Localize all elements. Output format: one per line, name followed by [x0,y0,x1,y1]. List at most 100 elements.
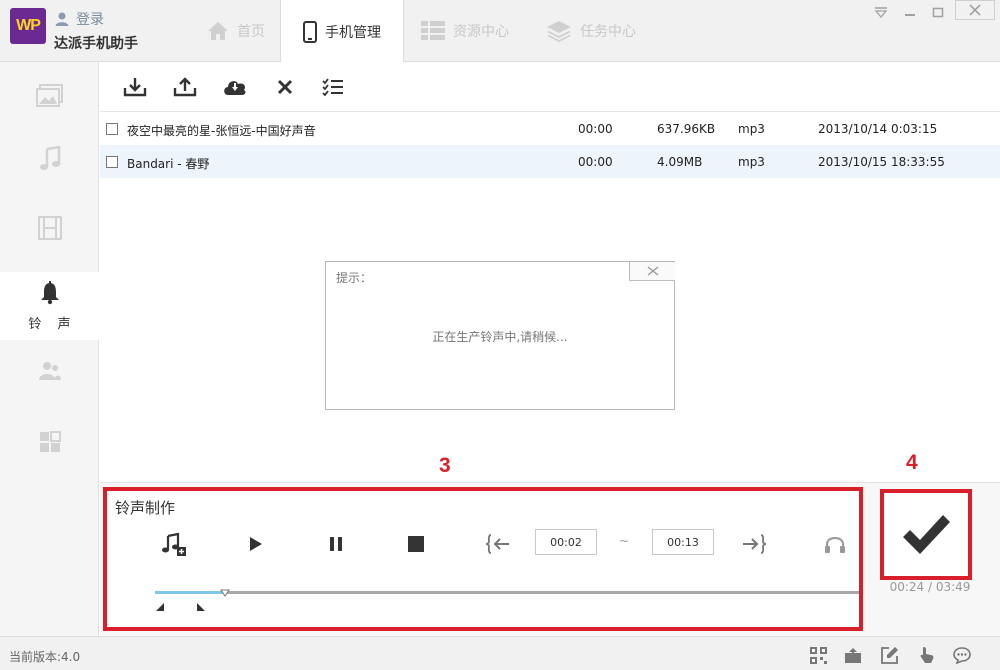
close-icon [647,266,659,276]
tab-phone-manage[interactable]: 手机管理 [280,0,404,63]
chat-button[interactable] [952,645,972,665]
start-time-input[interactable]: 00:02 [535,529,597,555]
app-title: 达派手机助手 [54,33,138,53]
film-icon [38,216,62,240]
sidebar-item-apps[interactable] [0,408,99,476]
file-date: 2013/10/15 18:33:55 [818,155,945,169]
headphones-icon [824,534,846,554]
export-icon [173,77,197,97]
qrcode-button[interactable] [808,645,828,665]
export-button[interactable] [172,74,198,100]
title-bar: WP 登录 达派手机助手 首页 手机管理 资源中心 任务中心 [0,0,1000,62]
range-end-handle[interactable] [196,596,205,615]
edit-button[interactable] [880,645,900,665]
select-list-button[interactable] [320,74,346,100]
playback-time: 00:24 / 03:49 [870,580,990,594]
minimize-button[interactable] [900,4,920,20]
checkmark-icon [900,513,952,557]
qrcode-icon [810,647,827,664]
add-music-icon [161,532,187,556]
set-end-icon [741,534,767,554]
maker-title: 铃声制作 [115,497,175,518]
annotation-marker-3: 3 [439,454,451,478]
set-start-icon [485,534,511,554]
user-icon [54,11,70,27]
timeline-progress [155,591,225,594]
photo-icon [36,84,64,108]
tab-label: 资源中心 [453,21,509,41]
sidebar-item-contacts[interactable] [0,337,99,405]
chat-icon [953,647,971,664]
login-link[interactable]: 登录 [54,9,104,29]
phone-icon [303,21,317,43]
close-icon [969,4,981,16]
music-note-icon [39,146,61,172]
upload-icon [844,647,862,664]
add-music-button[interactable] [161,531,187,557]
pause-icon [329,536,343,552]
layers-icon [546,20,572,42]
dialog-close-button[interactable] [629,262,675,281]
cloud-download-icon [222,77,248,97]
bell-icon [39,281,61,305]
end-time-input[interactable]: 00:13 [652,529,714,555]
tab-label: 任务中心 [580,21,636,41]
file-size: 637.96KB [657,122,715,136]
pause-button[interactable] [323,531,349,557]
file-duration: 00:00 [578,155,613,169]
grid-icon [421,21,445,41]
row-checkbox[interactable] [106,156,118,168]
sidebar-item-ringtone[interactable]: 铃 声 [0,272,99,340]
stop-button[interactable] [403,531,429,557]
contacts-icon [38,361,62,381]
sidebar-item-video[interactable] [0,194,99,262]
maximize-button[interactable] [928,4,948,20]
set-end-button[interactable] [739,531,769,557]
time-range-separator: ~ [619,534,629,548]
playhead-handle[interactable] [220,582,230,601]
pointer-button[interactable] [917,645,937,665]
delete-button[interactable] [272,74,298,100]
file-name: 夜空中最亮的星-张恒远-中国好声音 [127,122,316,139]
timeline-track[interactable] [155,591,859,594]
range-end-icon [196,603,205,611]
file-size: 4.09MB [657,155,702,169]
pointer-icon [919,646,935,664]
sidebar-item-music[interactable] [0,125,99,193]
annotation-marker-4: 4 [906,451,918,475]
minimize-icon [904,6,916,18]
range-start-handle[interactable] [156,596,165,615]
apps-icon [39,431,61,453]
dialog-message: 正在生产铃声中,请稍候... [326,328,674,345]
version-label: 当前版本:4.0 [9,648,80,665]
status-bar: 当前版本:4.0 [0,636,1000,670]
preview-listen-button[interactable] [822,531,848,557]
close-button[interactable] [955,0,995,20]
menu-button[interactable] [871,4,891,20]
toolbar [100,62,1000,112]
play-button[interactable] [243,531,269,557]
confirm-button[interactable] [880,489,972,580]
upload-button[interactable] [843,645,863,665]
tab-tasks[interactable]: 任务中心 [536,0,646,62]
tab-label: 首页 [237,21,265,41]
menu-icon [874,6,888,18]
row-checkbox[interactable] [106,123,118,135]
tab-home[interactable]: 首页 [192,0,280,62]
set-start-button[interactable] [483,531,513,557]
sidebar-item-photos[interactable] [0,62,99,130]
file-name: Bandari - 春野 [127,155,209,172]
tab-resources[interactable]: 资源中心 [410,0,520,62]
table-row[interactable]: 夜空中最亮的星-张恒远-中国好声音 00:00 637.96KB mp3 201… [100,112,1000,145]
file-format: mp3 [738,122,765,136]
cloud-download-button[interactable] [222,74,248,100]
play-icon [249,536,263,552]
delete-icon [277,79,293,95]
login-label: 登录 [76,9,104,29]
import-icon [123,77,147,97]
progress-dialog: 提示： 正在生产铃声中,请稍候... [325,261,675,410]
table-row[interactable]: Bandari - 春野 00:00 4.09MB mp3 2013/10/15… [100,145,1000,178]
file-duration: 00:00 [578,122,613,136]
dialog-title: 提示： [336,269,372,286]
import-button[interactable] [122,74,148,100]
